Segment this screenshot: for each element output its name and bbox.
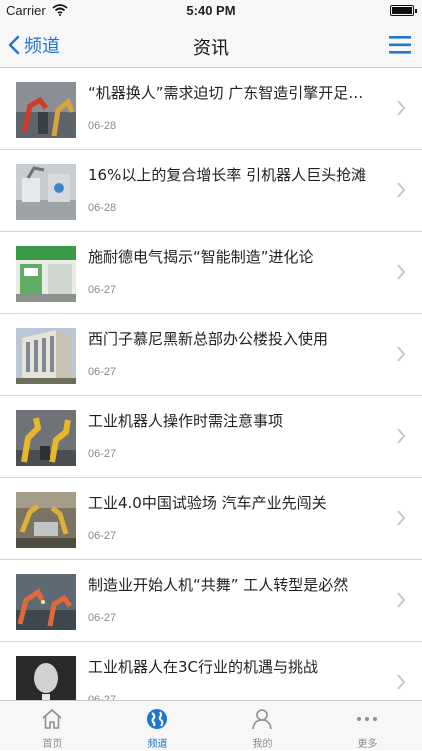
tab-channels[interactable]: 频道 <box>105 701 210 751</box>
factory-machines-thumbnail <box>16 164 76 220</box>
news-item[interactable]: 16%以上的复合增长率 引机器人巨头抢滩 06-28 <box>0 150 422 232</box>
more-dots-icon <box>357 717 377 721</box>
news-title: 施耐德电气揭示“智能制造”进化论 <box>88 248 314 266</box>
tab-home[interactable]: 首页 <box>0 701 105 751</box>
chevron-right-icon <box>397 346 406 362</box>
home-icon <box>42 709 62 729</box>
car-assembly-thumbnail <box>16 492 76 548</box>
status-bar: Carrier 5:40 PM <box>0 0 422 22</box>
news-date: 06-28 <box>88 202 117 214</box>
news-date: 06-28 <box>88 120 117 132</box>
battery-icon <box>390 5 417 16</box>
chevron-right-icon <box>397 674 406 690</box>
news-item[interactable]: “机器换人”需求迫切 广东智造引擎开足… 06-28 <box>0 68 422 150</box>
news-date: 06-27 <box>88 612 117 624</box>
news-title: 16%以上的复合增长率 引机器人巨头抢滩 <box>88 166 367 184</box>
welding-robots-thumbnail <box>16 574 76 630</box>
tab-label: 我的 <box>252 739 273 750</box>
tab-more[interactable]: 更多 <box>315 701 420 751</box>
news-list: “机器换人”需求迫切 广东智造引擎开足… 06-28 16%以上的复合增长率 引… <box>0 68 422 700</box>
news-date: 06-27 <box>88 284 117 296</box>
menu-icon[interactable] <box>388 34 412 56</box>
tab-label: 频道 <box>147 739 168 750</box>
news-item[interactable]: 工业机器人操作时需注意事项 06-27 <box>0 396 422 478</box>
exhibition-booth-thumbnail <box>16 246 76 302</box>
news-date: 06-27 <box>88 448 117 460</box>
portrait-thumbnail <box>16 656 76 700</box>
chevron-right-icon <box>397 182 406 198</box>
chevron-right-icon <box>397 264 406 280</box>
page-title: 资讯 <box>193 38 229 59</box>
news-title: 工业4.0中国试验场 汽车产业先闯关 <box>88 494 327 512</box>
news-title: 西门子慕尼黑新总部办公楼投入使用 <box>88 330 329 348</box>
news-item[interactable]: 西门子慕尼黑新总部办公楼投入使用 06-27 <box>0 314 422 396</box>
chevron-right-icon <box>397 510 406 526</box>
person-icon <box>252 709 272 730</box>
chevron-right-icon <box>397 100 406 116</box>
news-item[interactable]: 施耐德电气揭示“智能制造”进化论 06-27 <box>0 232 422 314</box>
news-title: “机器换人”需求迫切 广东智造引擎开足… <box>88 84 364 102</box>
robot-arms-thumbnail <box>16 82 76 138</box>
globe-icon <box>147 709 167 729</box>
navigation-bar: 频道 资讯 <box>0 22 422 68</box>
news-item[interactable]: 制造业开始人机“共舞” 工人转型是必然 06-27 <box>0 560 422 642</box>
tab-mine[interactable]: 我的 <box>210 701 315 751</box>
news-date: 06-27 <box>88 366 117 378</box>
news-title: 制造业开始人机“共舞” 工人转型是必然 <box>88 576 349 594</box>
yellow-robots-thumbnail <box>16 410 76 466</box>
chevron-right-icon <box>397 592 406 608</box>
office-building-thumbnail <box>16 328 76 384</box>
clock: 5:40 PM <box>186 3 236 18</box>
news-item[interactable]: 工业机器人在3C行业的机遇与挑战 06-27 <box>0 642 422 700</box>
tab-bar: 首页 频道 我的 更多 <box>0 700 422 750</box>
tab-label: 首页 <box>42 739 63 750</box>
news-date: 06-27 <box>88 530 117 542</box>
news-item[interactable]: 工业4.0中国试验场 汽车产业先闯关 06-27 <box>0 478 422 560</box>
tab-label: 更多 <box>357 739 378 750</box>
news-title: 工业机器人在3C行业的机遇与挑战 <box>88 658 319 676</box>
chevron-right-icon <box>397 428 406 444</box>
news-title: 工业机器人操作时需注意事项 <box>88 412 284 430</box>
